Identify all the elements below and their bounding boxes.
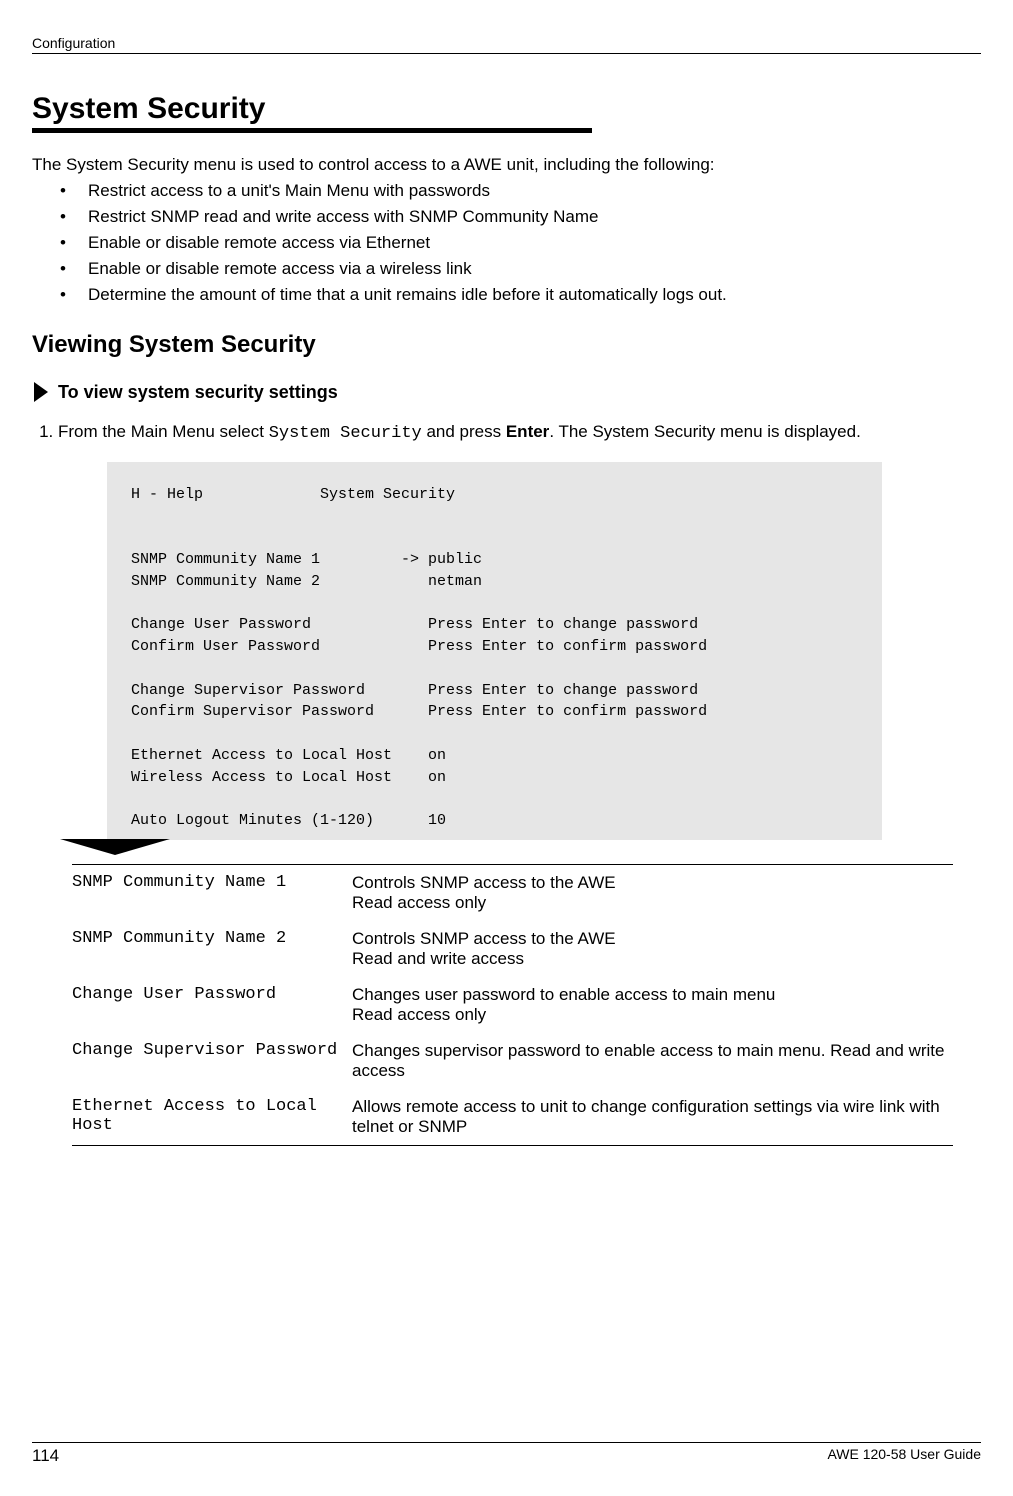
running-header: Configuration [32, 35, 981, 51]
table-row: Ethernet Access to Local Host Allows rem… [72, 1089, 953, 1145]
title-underline [32, 128, 592, 133]
section-name: Configuration [32, 35, 115, 51]
subheading: Viewing System Security [32, 331, 981, 359]
header-rule [32, 53, 981, 54]
table-row: SNMP Community Name 2 Controls SNMP acce… [72, 921, 953, 977]
list-item: Enable or disable remote access via a wi… [60, 259, 981, 279]
def-desc: Changes user password to enable access t… [352, 985, 953, 1025]
terminal-block: H - Help System Security SNMP Community … [107, 462, 882, 840]
table-row: Change User Password Changes user passwo… [72, 977, 953, 1033]
procedure-heading: To view system security settings [32, 381, 981, 403]
procedure-steps: From the Main Menu select System Securit… [32, 421, 981, 446]
def-desc: Changes supervisor password to enable ac… [352, 1041, 953, 1081]
table-row: Change Supervisor Password Changes super… [72, 1033, 953, 1089]
step-mono: System Security [269, 424, 422, 443]
def-term: SNMP Community Name 2 [72, 929, 352, 969]
def-term: Change Supervisor Password [72, 1041, 352, 1081]
terminal-output: H - Help System Security SNMP Community … [107, 462, 882, 840]
feature-list: Restrict access to a unit's Main Menu wi… [60, 181, 981, 305]
step-bold: Enter [506, 422, 549, 441]
step-text-suffix: . The System Security menu is displayed. [549, 422, 861, 441]
def-desc: Controls SNMP access to the AWE Read acc… [352, 873, 953, 913]
page-title: System Security [32, 92, 981, 126]
list-item: Determine the amount of time that a unit… [60, 285, 981, 305]
step-text-prefix: From the Main Menu select [58, 422, 269, 441]
step-text-mid: and press [422, 422, 506, 441]
list-item: Restrict SNMP read and write access with… [60, 207, 981, 227]
arrow-right-icon [32, 381, 50, 403]
procedure-title: To view system security settings [58, 382, 338, 403]
def-desc: Allows remote access to unit to change c… [352, 1097, 953, 1137]
list-item: Enable or disable remote access via Ethe… [60, 233, 981, 253]
callout-arrow-icon [60, 839, 170, 855]
page-footer: 114 AWE 120-58 User Guide [32, 1442, 981, 1466]
def-term: SNMP Community Name 1 [72, 873, 352, 913]
def-desc: Controls SNMP access to the AWE Read and… [352, 929, 953, 969]
page-number: 114 [32, 1446, 59, 1466]
list-item: Restrict access to a unit's Main Menu wi… [60, 181, 981, 201]
step-item: From the Main Menu select System Securit… [58, 421, 981, 446]
def-term: Ethernet Access to Local Host [72, 1097, 352, 1137]
definition-table: SNMP Community Name 1 Controls SNMP acce… [72, 864, 953, 1146]
intro-text: The System Security menu is used to cont… [32, 155, 981, 175]
def-term: Change User Password [72, 985, 352, 1025]
guide-name: AWE 120-58 User Guide [827, 1446, 981, 1466]
table-row: SNMP Community Name 1 Controls SNMP acce… [72, 865, 953, 921]
